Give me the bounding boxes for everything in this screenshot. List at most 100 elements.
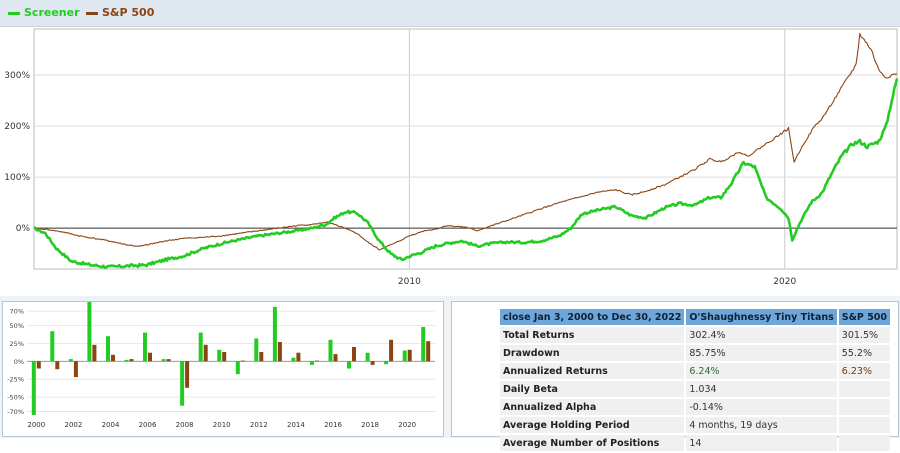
stats-row-label: Daily Beta: [500, 381, 685, 397]
stats-panel: close Jan 3, 2000 to Dec 30, 2022 O'Shau…: [451, 301, 899, 451]
bar-x-tick-label: 2016: [324, 421, 342, 429]
stats-value-sp500: [838, 381, 891, 397]
bar-x-tick-label: 2012: [250, 421, 268, 429]
legend-item-screener[interactable]: Screener: [8, 6, 80, 19]
bar-y-tick-label: -70%: [7, 408, 24, 416]
bar-x-tick-label: 2006: [139, 421, 157, 429]
bar-y-tick-label: 50%: [10, 322, 24, 330]
bar-sp500: [259, 352, 264, 362]
bar-screener: [180, 361, 185, 406]
bar-x-tick-label: 2020: [398, 421, 416, 429]
legend-label-sp500: S&P 500: [102, 6, 155, 19]
bar-screener: [161, 359, 166, 362]
bar-screener: [31, 361, 36, 415]
stats-row: Drawdown 85.75% 55.2%: [500, 345, 891, 361]
bar-sp500: [166, 359, 171, 362]
bar-screener: [87, 302, 92, 362]
stats-row-label: Total Returns: [500, 327, 685, 343]
bar-y-tick-label: 25%: [10, 340, 24, 348]
bar-x-tick-label: 2008: [176, 421, 194, 429]
y-tick-label: 0%: [16, 224, 31, 234]
bar-screener: [291, 357, 296, 362]
y-tick-label: 300%: [4, 71, 30, 81]
bar-sp500: [240, 360, 245, 362]
bar-screener: [217, 349, 222, 362]
bar-sp500: [407, 349, 412, 362]
stats-value-screener: 1.034: [686, 381, 837, 397]
bar-sp500: [315, 360, 319, 362]
legend-swatch-sp500: [86, 11, 98, 15]
bar-y-tick-label: 70%: [10, 308, 24, 316]
bar-sp500: [203, 344, 208, 362]
y-tick-label: 100%: [4, 173, 30, 183]
bar-sp500: [389, 339, 394, 362]
stats-value-screener: 14: [686, 435, 837, 451]
bar-x-tick-label: 2000: [27, 421, 45, 429]
stats-value-sp500: 6.23%: [838, 363, 891, 379]
bar-screener: [68, 359, 73, 362]
stats-value-screener: 6.24%: [686, 363, 837, 379]
bar-sp500: [352, 347, 356, 362]
stats-value-screener: 302.4%: [686, 327, 837, 343]
stats-row-label: Annualized Alpha: [500, 399, 685, 415]
stats-header-screener: O'Shaughnessy Tiny Titans: [686, 309, 837, 325]
stats-row-label: Average Number of Positions: [500, 435, 685, 451]
bar-x-tick-label: 2004: [102, 421, 120, 429]
bar-screener: [143, 332, 147, 362]
bar-screener: [235, 361, 240, 375]
bar-screener: [347, 361, 351, 369]
bar-screener: [402, 350, 407, 362]
bar-sp500: [129, 359, 134, 362]
chart-legend: Screener S&P 500: [0, 0, 900, 27]
bar-sp500: [185, 361, 190, 388]
stats-table: close Jan 3, 2000 to Dec 30, 2022 O'Shau…: [498, 307, 892, 453]
bar-sp500: [73, 361, 78, 378]
stats-value-sp500: [838, 435, 891, 451]
bar-y-tick-label: 0%: [14, 358, 24, 366]
stats-value-screener: -0.14%: [686, 399, 837, 415]
stats-row-label: Annualized Returns: [500, 363, 685, 379]
bar-screener: [106, 336, 110, 362]
bar-screener: [384, 361, 389, 365]
bar-screener: [254, 338, 259, 362]
stats-value-screener: 4 months, 19 days: [686, 417, 837, 433]
bar-screener: [365, 352, 370, 362]
x-tick-label: 2020: [773, 277, 796, 287]
stats-row: Average Holding Period 4 months, 19 days: [500, 417, 891, 433]
stats-row: Total Returns 302.4% 301.5%: [500, 327, 891, 343]
stats-value-sp500: [838, 417, 891, 433]
bar-sp500: [92, 344, 97, 362]
stats-row-label: Drawdown: [500, 345, 685, 361]
stats-row: Daily Beta 1.034: [500, 381, 891, 397]
stats-header-sp500: S&P 500: [838, 309, 891, 325]
bar-screener: [124, 359, 129, 362]
bar-sp500: [370, 361, 375, 365]
x-tick-label: 2010: [398, 277, 421, 287]
bar-screener: [50, 331, 55, 362]
stats-header-row: close Jan 3, 2000 to Dec 30, 2022 O'Shau…: [500, 309, 891, 325]
bar-screener: [198, 332, 203, 362]
bar-screener: [421, 326, 426, 362]
bar-y-tick-label: -50%: [7, 394, 24, 402]
stats-value-sp500: [838, 399, 891, 415]
bar-sp500: [111, 354, 115, 362]
annual-returns-chart: 70% 50% 25% 0% -25% -50% -70%2000 2002 2004 2006 2…: [7, 302, 435, 429]
legend-item-sp500[interactable]: S&P 500: [86, 6, 154, 19]
annual-returns-panel: 70% 50% 25% 0% -25% -50% -70% 2000 2002 2004 2006 2…: [2, 301, 444, 437]
bar-sp500: [296, 352, 301, 362]
stats-value-sp500: 301.5%: [838, 327, 891, 343]
bar-sp500: [277, 342, 282, 362]
bar-x-tick-label: 2002: [64, 421, 82, 429]
stats-header-period: close Jan 3, 2000 to Dec 30, 2022: [500, 309, 685, 325]
stats-row: Annualized Returns 6.24% 6.23%: [500, 363, 891, 379]
bar-sp500: [55, 361, 60, 370]
stats-row: Annualized Alpha -0.14%: [500, 399, 891, 415]
bar-sp500: [426, 341, 431, 362]
y-tick-label: 200%: [4, 122, 30, 132]
bar-sp500: [222, 352, 227, 362]
bar-x-tick-label: 2010: [213, 421, 231, 429]
legend-label-screener: Screener: [24, 6, 80, 19]
bar-sp500: [333, 354, 338, 362]
plot-area: [33, 28, 898, 270]
cumulative-returns-chart: 2010 2020 0% 100% 200% 300%: [4, 28, 899, 287]
